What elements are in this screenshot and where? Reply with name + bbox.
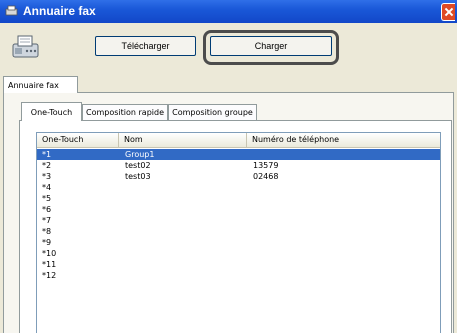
cell-one-touch: *11: [42, 260, 57, 269]
fax-app-icon: [5, 5, 18, 16]
cell-name: Group1: [125, 150, 155, 159]
cell-one-touch: *8: [42, 227, 52, 236]
cell-one-touch: *6: [42, 205, 52, 214]
column-header-name[interactable]: Nom: [119, 133, 247, 147]
column-header-one-touch[interactable]: One-Touch: [37, 133, 119, 147]
list-row[interactable]: *7: [37, 215, 440, 226]
cell-one-touch: *1: [42, 150, 52, 159]
cell-one-touch: *3: [42, 172, 52, 181]
list-row[interactable]: *2 test02 13579: [37, 160, 440, 171]
list-row[interactable]: *4: [37, 182, 440, 193]
list-row[interactable]: *1 Group1: [37, 149, 440, 160]
cell-name: test02: [125, 161, 151, 170]
cell-one-touch: *9: [42, 238, 52, 247]
cell-name: test03: [125, 172, 151, 181]
list-header: One-Touch Nom Numéro de téléphone: [37, 133, 440, 148]
tab-speed-dial[interactable]: Composition rapide: [82, 104, 168, 120]
tab-group-dial[interactable]: Composition groupe: [168, 104, 257, 120]
tab-phonebook[interactable]: Annuaire fax: [3, 76, 78, 93]
column-header-phone[interactable]: Numéro de téléphone: [247, 133, 440, 147]
fax-machine-icon: [12, 35, 39, 58]
cell-one-touch: *5: [42, 194, 52, 203]
list-row[interactable]: *10: [37, 248, 440, 259]
close-button[interactable]: [441, 3, 455, 21]
list-row[interactable]: *8: [37, 226, 440, 237]
list-row[interactable]: *9: [37, 237, 440, 248]
cell-one-touch: *10: [42, 249, 57, 258]
list-row[interactable]: *12: [37, 270, 440, 281]
cell-one-touch: *4: [42, 183, 52, 192]
list-row[interactable]: *11: [37, 259, 440, 270]
cell-one-touch: *7: [42, 216, 52, 225]
load-button-highlight: [203, 30, 339, 65]
cell-one-touch: *12: [42, 271, 57, 280]
cell-phone: 02468: [253, 172, 279, 181]
title-bar: Annuaire fax: [0, 0, 457, 23]
tab-one-touch[interactable]: One-Touch: [21, 102, 82, 121]
window-title: Annuaire fax: [23, 4, 96, 18]
list-row[interactable]: *3 test03 02468: [37, 171, 440, 182]
cell-one-touch: *2: [42, 161, 52, 170]
download-button[interactable]: Télécharger: [95, 36, 196, 56]
list-row[interactable]: *5: [37, 193, 440, 204]
list-row[interactable]: *6: [37, 204, 440, 215]
cell-phone: 13579: [253, 161, 279, 170]
one-touch-list[interactable]: One-Touch Nom Numéro de téléphone *1 Grou…: [36, 132, 441, 333]
